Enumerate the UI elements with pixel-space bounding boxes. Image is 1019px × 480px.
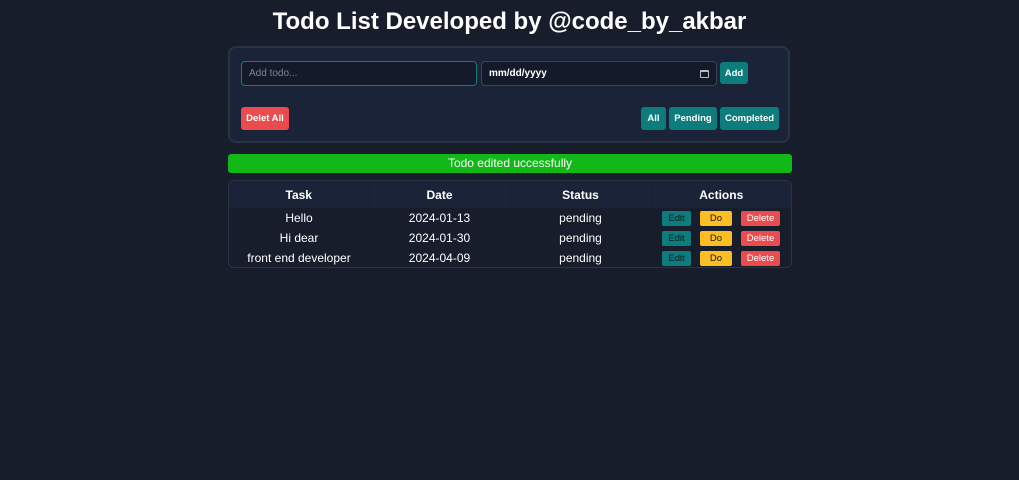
edit-button[interactable]: Edit: [662, 230, 691, 246]
header-status: Status: [510, 181, 652, 208]
delete-button[interactable]: Delete: [741, 210, 780, 226]
todo-input[interactable]: [241, 61, 477, 86]
do-button[interactable]: Do: [700, 250, 732, 266]
do-button[interactable]: Do: [700, 230, 732, 246]
header-actions: Actions: [651, 181, 791, 208]
status-cell: pending: [559, 251, 602, 265]
do-button[interactable]: Do: [700, 210, 732, 226]
date-input[interactable]: mm/dd/yyyy: [481, 61, 717, 86]
status-cell: pending: [559, 211, 602, 225]
table-header-row: Task Date Status Actions: [229, 181, 791, 208]
edit-button[interactable]: Edit: [662, 210, 691, 226]
delete-button[interactable]: Delete: [741, 230, 780, 246]
actions-cell: Edit Do Delete: [651, 228, 791, 248]
todo-table: Task Date Status Actions Hello 2024-01-1…: [228, 180, 792, 268]
delete-button[interactable]: Delete: [741, 250, 780, 266]
header-date: Date: [369, 181, 511, 208]
filter-all-button[interactable]: All: [641, 107, 666, 130]
actions-cell: Edit Do Delete: [651, 208, 791, 228]
task-cell: front end developer: [247, 251, 351, 265]
task-cell: Hello: [285, 211, 313, 225]
header-task: Task: [229, 181, 370, 208]
date-cell: 2024-01-13: [408, 211, 471, 225]
date-cell: 2024-04-09: [408, 251, 471, 265]
date-value: mm/dd/yyyy: [489, 68, 547, 79]
status-cell: pending: [559, 231, 602, 245]
filter-pending-button[interactable]: Pending: [669, 107, 717, 130]
page-title: Todo List Developed by @code_by_akbar: [272, 8, 747, 35]
actions-cell: Edit Do Delete: [651, 248, 791, 267]
task-cell: Hi dear: [279, 231, 319, 245]
delete-all-button[interactable]: Delet All: [241, 107, 289, 130]
table-row: Hi dear 2024-01-30 pending Edit Do Delet…: [229, 228, 791, 248]
add-button[interactable]: Add: [720, 62, 748, 84]
success-alert: Todo edited uccessfully: [228, 154, 792, 173]
table-row: front end developer 2024-04-09 pending E…: [229, 248, 791, 267]
edit-button[interactable]: Edit: [662, 250, 691, 266]
filter-completed-button[interactable]: Completed: [720, 107, 779, 130]
calendar-icon[interactable]: [700, 69, 709, 78]
table-row: Hello 2024-01-13 pending Edit Do Delete: [229, 208, 791, 228]
date-cell: 2024-01-30: [408, 231, 471, 245]
